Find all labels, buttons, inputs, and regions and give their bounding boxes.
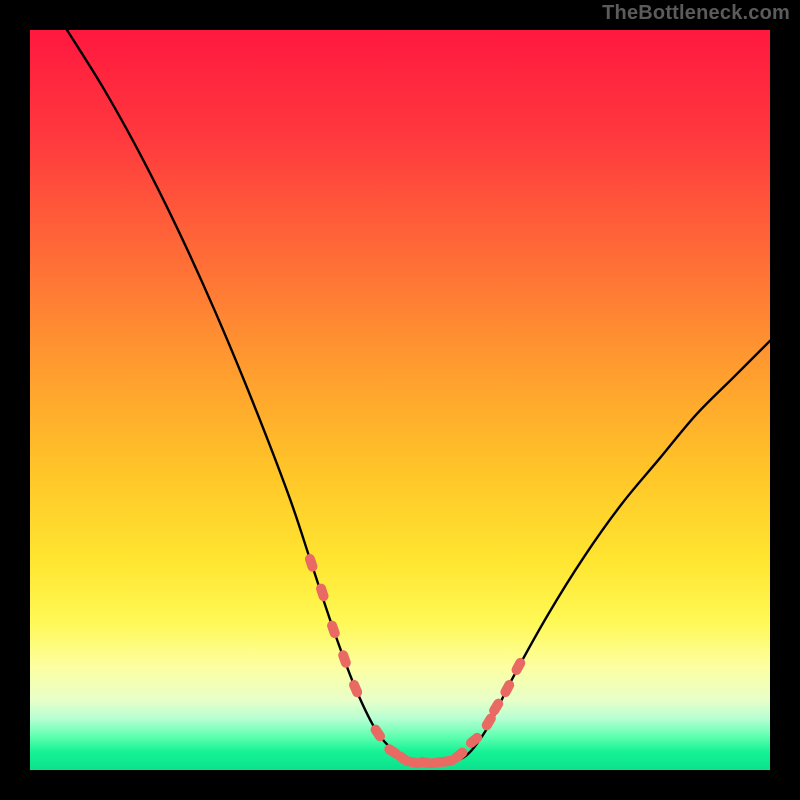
plot-background	[30, 30, 770, 770]
chart-frame: TheBottleneck.com	[0, 0, 800, 800]
bottleneck-chart	[30, 30, 770, 770]
watermark-text: TheBottleneck.com	[602, 2, 790, 25]
